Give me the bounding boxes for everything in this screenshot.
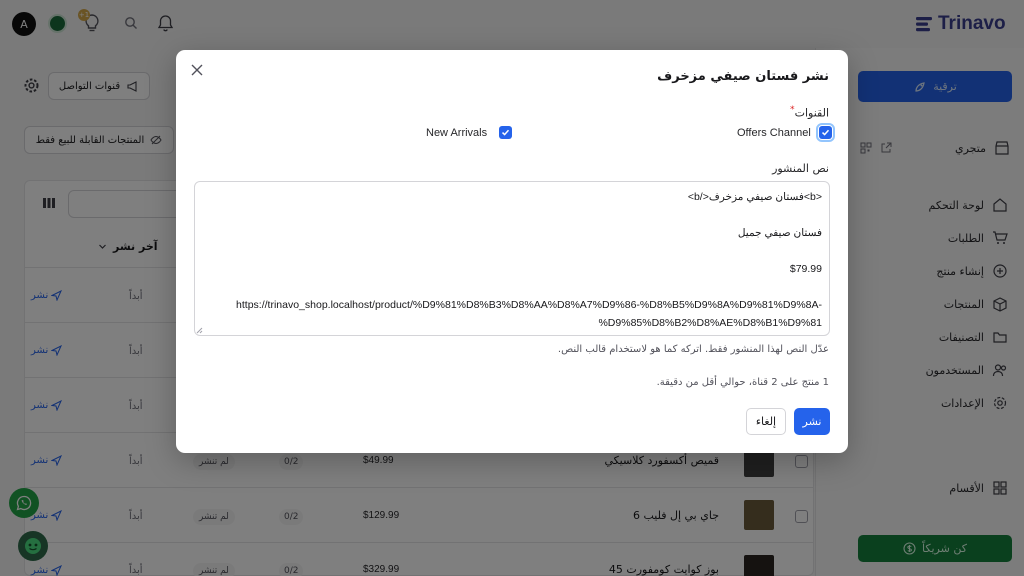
resize-handle-icon[interactable]	[196, 327, 203, 334]
post-line: <b>فستان صيفي مزخرف</b>	[687, 191, 822, 203]
channel-label: New Arrivals	[426, 126, 488, 139]
post-line-blank	[205, 206, 822, 224]
post-line-blank	[205, 242, 822, 260]
check-icon	[502, 129, 510, 136]
channel-checkbox[interactable]	[499, 126, 513, 139]
channel-option-offers[interactable]: Offers Channel	[737, 123, 835, 142]
post-line: https://trinavo_shop.localhost/product/%…	[236, 299, 822, 311]
channels-label: القنوات*	[790, 104, 829, 120]
cancel-button[interactable]: إلغاء	[746, 408, 786, 435]
post-line-blank	[205, 278, 822, 296]
close-icon[interactable]	[190, 63, 204, 77]
channel-option-new-arrivals[interactable]: New Arrivals	[426, 126, 513, 139]
channel-label: Offers Channel	[737, 126, 811, 139]
post-line: %D9%85%D8%B2%D8%AE%D8%B1%D9%81	[598, 317, 822, 329]
channel-checkbox[interactable]	[815, 123, 835, 142]
post-line: $79.99	[789, 263, 822, 275]
post-text-label: نص المنشور	[772, 162, 829, 175]
post-line: فستان صيفي جميل	[737, 227, 822, 239]
check-icon	[821, 129, 829, 136]
post-text-hint: عدّل النص لهذا المنشور فقط. اتركه كما هو…	[557, 344, 829, 355]
channels-label-text: القنوات	[794, 106, 829, 120]
dialog-title: نشر فستان صيفي مزخرف	[657, 69, 829, 84]
post-text-area[interactable]: <b>فستان صيفي مزخرف</b> فستان صيفي جميل …	[194, 181, 830, 336]
publish-button[interactable]: نشر	[794, 408, 830, 435]
publish-summary: 1 منتج على 2 قناة، حوالي أقل من دقيقة.	[656, 377, 829, 388]
